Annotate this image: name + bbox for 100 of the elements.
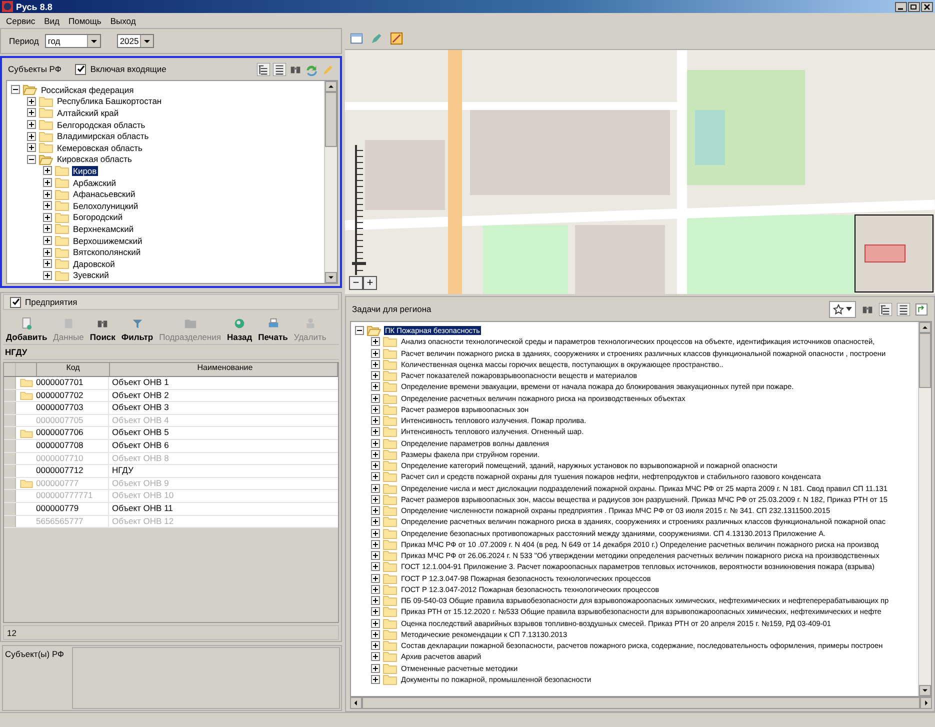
expand-icon[interactable] [27, 143, 36, 152]
scroll-thumb[interactable] [919, 333, 931, 388]
expand-icon[interactable] [371, 562, 380, 572]
expand-icon[interactable] [43, 178, 52, 188]
scrollbar[interactable] [324, 81, 337, 283]
expand-icon[interactable] [43, 166, 52, 176]
enterprises-checkbox[interactable]: Предприятия [3, 294, 339, 310]
collapse-icon[interactable] [355, 326, 364, 336]
export-icon[interactable] [915, 302, 928, 316]
tree-view-icon[interactable] [879, 302, 892, 316]
expand-icon[interactable] [371, 416, 380, 426]
tree-item[interactable]: Зуевский [72, 270, 110, 280]
expand-icon[interactable] [27, 120, 36, 130]
menu-item[interactable]: Выход [110, 16, 136, 26]
expand-icon[interactable] [43, 236, 52, 246]
expand-icon[interactable] [27, 96, 36, 106]
filter-button[interactable]: Фильтр [121, 317, 154, 342]
tree-item[interactable]: Даровской [72, 258, 116, 269]
expand-icon[interactable] [371, 484, 380, 493]
expand-icon[interactable] [43, 201, 52, 210]
expand-icon[interactable] [371, 574, 380, 583]
expand-icon[interactable] [371, 517, 380, 526]
tree-item[interactable]: Кемеровская область [56, 142, 144, 153]
expand-icon[interactable] [371, 382, 380, 392]
expand-icon[interactable] [371, 584, 380, 594]
expand-icon[interactable] [43, 224, 52, 234]
expand-icon[interactable] [43, 212, 52, 222]
expand-icon[interactable] [27, 108, 36, 118]
add-button[interactable]: Добавить [6, 317, 48, 342]
list-view-icon[interactable] [897, 302, 910, 316]
search-button[interactable]: Поиск [90, 317, 116, 342]
tree-item[interactable]: Арбажский [72, 178, 117, 188]
tree-item[interactable]: Верхнекамский [72, 224, 135, 234]
scroll-down-icon[interactable] [325, 272, 337, 283]
tree-view-icon[interactable] [257, 62, 270, 76]
collapse-icon[interactable] [11, 85, 20, 94]
favorites-dropdown[interactable] [829, 300, 856, 318]
tree-item[interactable]: Вятскополянский [72, 247, 142, 258]
scroll-thumb[interactable] [325, 92, 337, 147]
expand-icon[interactable] [371, 360, 380, 369]
tree-item[interactable]: Верхошижемский [72, 236, 144, 246]
expand-icon[interactable] [371, 551, 380, 560]
expand-icon[interactable] [43, 190, 52, 199]
expand-icon[interactable] [371, 618, 380, 628]
scroll-up-icon[interactable] [325, 81, 337, 92]
tree-item[interactable]: Кировская область [56, 154, 133, 164]
expand-icon[interactable] [371, 607, 380, 616]
close-icon[interactable] [921, 2, 933, 12]
scroll-up-icon[interactable] [919, 322, 931, 333]
expand-icon[interactable] [27, 132, 36, 141]
tree-item[interactable]: Российская федерация [40, 84, 135, 95]
dropdown-arrow-icon[interactable] [86, 35, 100, 47]
menu-item[interactable]: Помощь [68, 16, 102, 26]
menu-item[interactable]: Вид [44, 16, 60, 26]
expand-icon[interactable] [371, 438, 380, 448]
expand-icon[interactable] [371, 450, 380, 459]
zoom-out-button[interactable]: − [349, 276, 363, 290]
expand-icon[interactable] [43, 248, 52, 257]
expand-icon[interactable] [371, 404, 380, 414]
window-icon[interactable] [350, 32, 363, 45]
expand-icon[interactable] [371, 506, 380, 516]
expand-icon[interactable] [371, 630, 380, 639]
include-incoming-checkbox[interactable]: Включая входящие [75, 64, 166, 74]
scroll-left-icon[interactable] [350, 697, 362, 709]
expand-icon[interactable] [371, 371, 380, 380]
expand-icon[interactable] [371, 337, 380, 346]
tree-item[interactable]: Белгородская область [56, 120, 146, 130]
year-dropdown[interactable]: 2025 [116, 34, 154, 48]
scroll-down-icon[interactable] [919, 685, 931, 696]
tree-item[interactable]: Владимирская область [56, 131, 150, 142]
scrollbar[interactable] [918, 322, 931, 696]
zoom-slider[interactable] [352, 145, 366, 275]
tree-item[interactable]: Богородский [72, 212, 124, 222]
tree-item[interactable]: Белохолуницкий [72, 200, 140, 211]
expand-icon[interactable] [43, 270, 52, 280]
tree-item[interactable]: Афанасьевский [72, 189, 136, 200]
tree-item[interactable]: Республика Башкортостан [56, 96, 163, 106]
image-icon[interactable] [390, 32, 403, 45]
expand-icon[interactable] [371, 427, 380, 436]
expand-icon[interactable] [371, 348, 380, 358]
list-view-icon[interactable] [273, 62, 286, 76]
expand-icon[interactable] [371, 528, 380, 538]
expand-icon[interactable] [371, 652, 380, 662]
zoom-in-button[interactable]: + [363, 276, 377, 290]
scroll-right-icon[interactable] [920, 697, 932, 709]
back-button[interactable]: Назад [226, 317, 252, 342]
expand-icon[interactable] [371, 461, 380, 470]
period-dropdown[interactable]: год [44, 34, 101, 48]
expand-icon[interactable] [371, 394, 380, 403]
expand-icon[interactable] [371, 540, 380, 549]
expand-icon[interactable] [371, 664, 380, 673]
subjects-field[interactable] [72, 647, 340, 709]
minimize-icon[interactable] [895, 2, 907, 12]
expand-icon[interactable] [371, 641, 380, 650]
restore-icon[interactable] [908, 2, 920, 12]
expand-icon[interactable] [371, 596, 380, 606]
print-button[interactable]: Печать [258, 317, 288, 342]
tree-item[interactable]: Алтайский край [56, 108, 120, 118]
collapse-icon[interactable] [27, 154, 36, 164]
expand-icon[interactable] [371, 472, 380, 482]
